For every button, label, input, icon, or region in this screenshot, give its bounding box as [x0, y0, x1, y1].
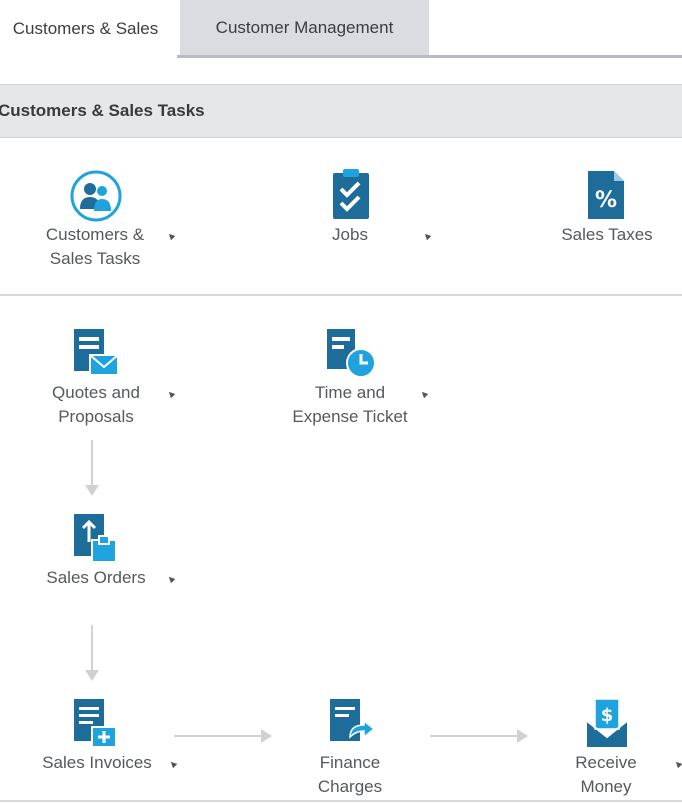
people-icon: [70, 170, 122, 222]
task-sales-invoices[interactable]: Sales Invoices: [36, 695, 186, 785]
task-label: Sales Orders: [46, 568, 146, 587]
task-label: Money: [580, 777, 632, 796]
tab-customers-sales[interactable]: Customers & Sales: [0, 0, 177, 58]
flow-arrow-right: [430, 729, 528, 743]
task-quotes-proposals[interactable]: Quotes and Proposals: [40, 325, 180, 435]
task-label: Finance: [319, 753, 381, 772]
task-label: Proposals: [58, 407, 134, 426]
document-return-icon: [330, 699, 376, 741]
expand-arrow-icon[interactable]: [673, 759, 682, 769]
tab-customer-management[interactable]: Customer Management: [180, 0, 429, 56]
flow-arrow-down: [85, 440, 99, 496]
document-clock-icon: [327, 329, 376, 378]
task-label: Time and: [314, 383, 386, 402]
section-title: Customers & Sales Tasks: [0, 101, 205, 120]
task-sales-taxes[interactable]: % Sales Taxes: [550, 165, 670, 255]
task-customers-sales-tasks[interactable]: Customers & Sales Tasks: [30, 165, 190, 275]
task-label: Sales Tasks: [49, 249, 141, 268]
task-jobs[interactable]: Jobs: [300, 165, 440, 255]
tab-label: Customer Management: [215, 17, 394, 37]
task-sales-orders[interactable]: Sales Orders: [40, 510, 180, 600]
tab-label: Customers & Sales: [12, 19, 159, 38]
document-upload-icon: [74, 514, 117, 563]
task-label: Quotes and: [52, 383, 140, 402]
svg-text:$: $: [601, 705, 614, 726]
clipboard-check-icon: [333, 169, 369, 219]
task-label: Charges: [317, 777, 383, 796]
task-label: Expense Ticket: [292, 407, 408, 426]
svg-text:%: %: [595, 188, 617, 213]
expand-arrow-icon[interactable]: [422, 231, 432, 241]
task-receive-money[interactable]: $ Receive Money: [555, 695, 682, 804]
expand-arrow-icon[interactable]: [166, 231, 176, 241]
task-label: Sales Invoices: [42, 753, 152, 772]
expand-arrow-icon[interactable]: [166, 389, 176, 399]
task-label: Customers &: [45, 225, 145, 244]
task-label: Jobs: [332, 225, 368, 244]
flow-arrow-right: [174, 729, 272, 743]
section-header: Customers & Sales Tasks: [0, 84, 682, 138]
percent-document-icon: %: [588, 171, 624, 219]
invoice-icon: [74, 699, 117, 748]
row-divider: [0, 294, 682, 296]
task-label: Sales Taxes: [561, 225, 653, 244]
expand-arrow-icon[interactable]: [168, 759, 178, 769]
task-finance-charges[interactable]: Finance Charges: [300, 695, 400, 804]
expand-arrow-icon[interactable]: [166, 574, 176, 584]
flow-arrow-down: [85, 625, 99, 681]
document-envelope-icon: [74, 329, 119, 376]
task-label: Receive: [575, 753, 637, 772]
expand-arrow-icon[interactable]: [419, 389, 429, 399]
tab-bar: Customers & Sales Customer Management: [0, 0, 682, 58]
task-time-expense-ticket[interactable]: Time and Expense Ticket: [285, 325, 435, 435]
money-envelope-icon: $: [586, 698, 628, 747]
